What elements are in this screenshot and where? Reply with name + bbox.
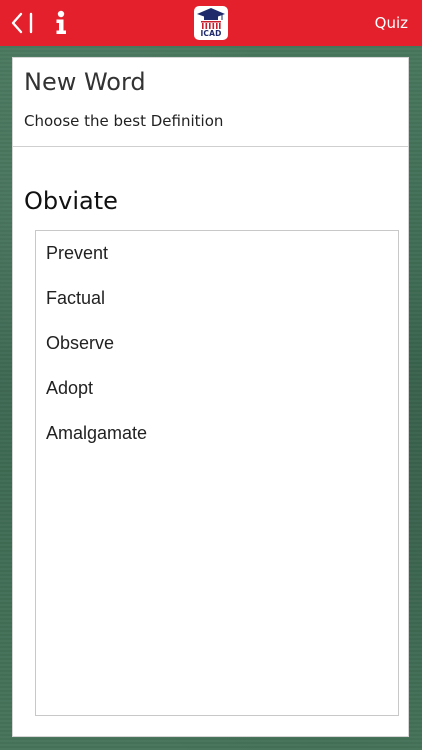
graduation-cap-logo: [197, 8, 225, 29]
question-card: New Word Choose the best Definition Obvi…: [12, 57, 409, 737]
back-button[interactable]: [8, 9, 38, 37]
info-icon: [56, 10, 66, 34]
answer-option-prevent[interactable]: Prevent: [36, 231, 398, 276]
question-word: Obviate: [24, 187, 118, 215]
answer-option-observe[interactable]: Observe: [36, 321, 398, 366]
answer-option-adopt[interactable]: Adopt: [36, 366, 398, 411]
top-bar: ICAD Quiz: [0, 0, 422, 46]
answer-options-list: Prevent Factual Observe Adopt Amalgamate: [35, 230, 399, 716]
answer-option-factual[interactable]: Factual: [36, 276, 398, 321]
logo-text: ICAD: [200, 29, 222, 38]
card-header: New Word Choose the best Definition: [13, 58, 408, 147]
instruction-text: Choose the best Definition: [24, 112, 224, 130]
page-title: New Word: [24, 68, 146, 96]
quiz-button[interactable]: Quiz: [375, 14, 408, 32]
answer-option-amalgamate[interactable]: Amalgamate: [36, 411, 398, 456]
app-logo: ICAD: [194, 6, 228, 40]
info-button[interactable]: [50, 9, 72, 37]
back-chevron-icon: [11, 12, 33, 34]
